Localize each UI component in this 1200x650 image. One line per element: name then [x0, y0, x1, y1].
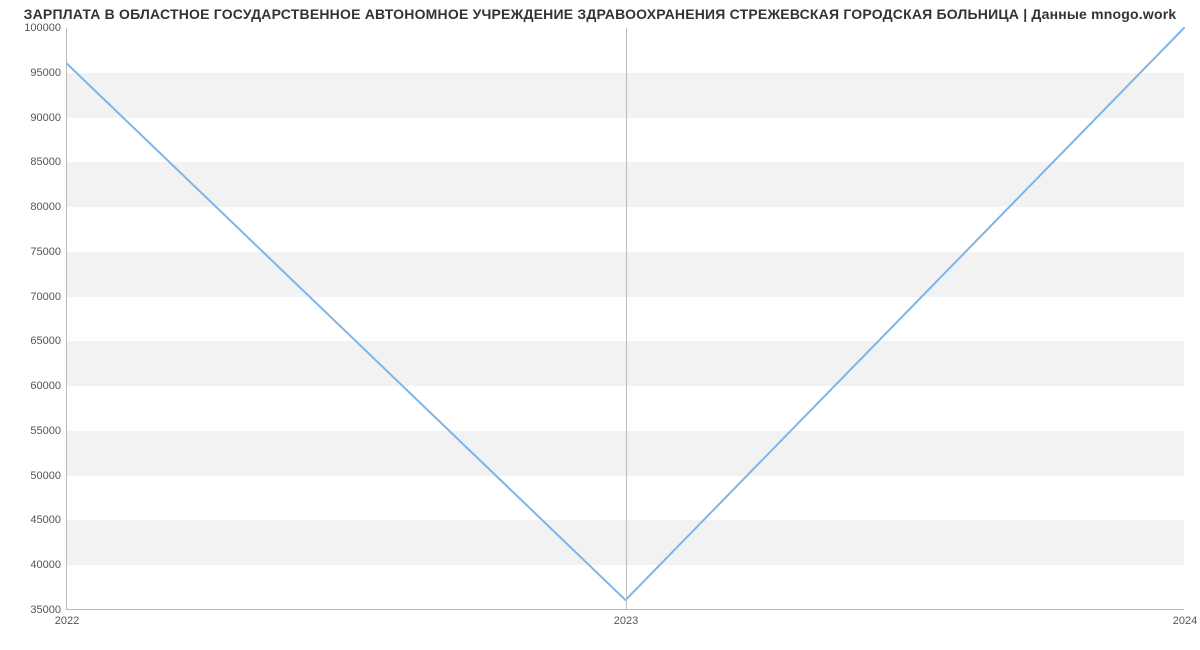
- y-tick-label: 90000: [30, 112, 61, 124]
- y-tick-label: 60000: [30, 380, 61, 392]
- chart-title: ЗАРПЛАТА В ОБЛАСТНОЕ ГОСУДАРСТВЕННОЕ АВТ…: [0, 6, 1200, 22]
- y-tick-label: 55000: [30, 425, 61, 437]
- x-tick-label: 2024: [1173, 615, 1197, 627]
- chart-container: ЗАРПЛАТА В ОБЛАСТНОЕ ГОСУДАРСТВЕННОЕ АВТ…: [0, 0, 1200, 650]
- y-tick-label: 70000: [30, 291, 61, 303]
- y-tick-label: 45000: [30, 514, 61, 526]
- y-tick-label: 95000: [30, 67, 61, 79]
- y-tick-label: 65000: [30, 335, 61, 347]
- x-tick-label: 2023: [614, 615, 638, 627]
- x-tick-label: 2022: [55, 615, 79, 627]
- series-line: [67, 28, 1184, 600]
- y-tick-label: 40000: [30, 559, 61, 571]
- y-tick-label: 80000: [30, 201, 61, 213]
- y-tick-label: 85000: [30, 156, 61, 168]
- y-tick-label: 100000: [24, 22, 61, 34]
- y-tick-label: 75000: [30, 246, 61, 258]
- y-tick-label: 50000: [30, 470, 61, 482]
- plot-area: 3500040000450005000055000600006500070000…: [66, 28, 1184, 610]
- line-layer: [67, 28, 1184, 609]
